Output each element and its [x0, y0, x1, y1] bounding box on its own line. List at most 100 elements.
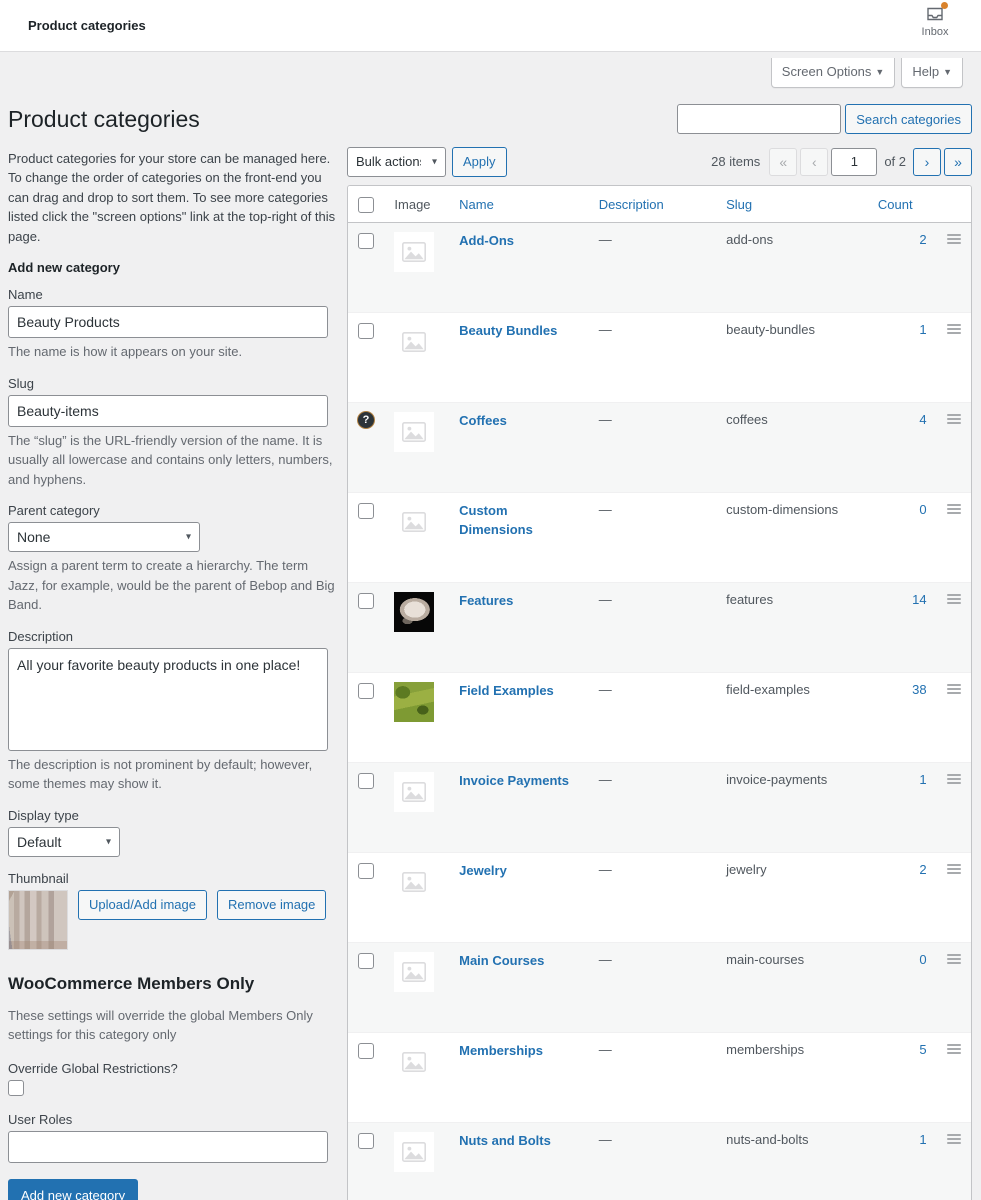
row-select-cell [348, 853, 384, 943]
notification-dot [941, 2, 948, 9]
row-checkbox[interactable] [358, 773, 374, 789]
parent-category-select[interactable]: None [8, 522, 200, 552]
row-description-cell: — [589, 943, 716, 1033]
select-all-header [348, 186, 384, 224]
drag-handle-icon[interactable] [947, 592, 961, 606]
search-input[interactable] [677, 104, 841, 134]
row-checkbox[interactable] [358, 233, 374, 249]
category-name-link[interactable]: Custom Dimensions [459, 502, 579, 538]
category-name-link[interactable]: Main Courses [459, 952, 544, 970]
table-row: Main Courses—main-courses0 [348, 943, 971, 1033]
previous-page-button[interactable]: ‹ [800, 148, 828, 176]
thumbnail-row: Upload/Add image Remove image [8, 890, 339, 950]
category-name-link[interactable]: Beauty Bundles [459, 322, 557, 340]
user-roles-field[interactable] [8, 1131, 328, 1163]
first-page-button[interactable]: « [769, 148, 797, 176]
category-count-link[interactable]: 38 [912, 682, 926, 697]
description-field[interactable]: All your favorite beauty products in one… [8, 648, 328, 751]
name-field[interactable] [8, 306, 328, 338]
last-page-button[interactable]: » [944, 148, 972, 176]
row-description-cell: — [589, 223, 716, 313]
row-checkbox[interactable] [358, 503, 374, 519]
chevron-down-icon: ▼ [943, 67, 952, 77]
category-name-link[interactable]: Add-Ons [459, 232, 514, 250]
row-description-cell: — [589, 1033, 716, 1123]
category-name-link[interactable]: Memberships [459, 1042, 543, 1060]
column-header-slug[interactable]: Slug [716, 186, 878, 224]
row-count-cell: 0 [878, 943, 937, 1033]
drag-handle-icon[interactable] [947, 412, 961, 426]
next-page-button[interactable]: › [913, 148, 941, 176]
category-name-link[interactable]: Invoice Payments [459, 772, 569, 790]
help-button[interactable]: Help▼ [901, 58, 963, 88]
select-all-checkbox[interactable] [358, 197, 374, 213]
column-header-image: Image [384, 186, 449, 224]
drag-handle-icon[interactable] [947, 952, 961, 966]
row-description-cell: — [589, 493, 716, 583]
image-placeholder-icon [394, 1132, 434, 1172]
column-header-name[interactable]: Name [449, 186, 589, 224]
row-name-cell: Beauty Bundles [449, 313, 589, 403]
image-placeholder-icon [394, 862, 434, 902]
row-image-cell [384, 943, 449, 1033]
screen-options-button[interactable]: Screen Options▼ [771, 58, 896, 88]
drag-handle-icon[interactable] [947, 502, 961, 516]
column-header-handle [937, 186, 971, 224]
category-name-link[interactable]: Nuts and Bolts [459, 1132, 551, 1150]
drag-handle-icon[interactable] [947, 1132, 961, 1146]
row-checkbox[interactable] [358, 593, 374, 609]
slug-field[interactable] [8, 395, 328, 427]
current-page-input[interactable] [831, 148, 877, 176]
category-count-link[interactable]: 1 [919, 322, 926, 337]
category-count-link[interactable]: 1 [919, 1132, 926, 1147]
category-count-link[interactable]: 14 [912, 592, 926, 607]
drag-handle-icon[interactable] [947, 772, 961, 786]
row-checkbox[interactable] [358, 683, 374, 699]
parent-category-label: Parent category [8, 503, 339, 518]
drag-handle-icon[interactable] [947, 862, 961, 876]
category-name-link[interactable]: Features [459, 592, 513, 610]
drag-handle-icon[interactable] [947, 1042, 961, 1056]
row-checkbox[interactable] [358, 323, 374, 339]
category-count-link[interactable]: 2 [919, 232, 926, 247]
drag-handle-icon[interactable] [947, 322, 961, 336]
display-type-select[interactable]: Default [8, 827, 120, 857]
row-description-cell: — [589, 583, 716, 673]
category-name-link[interactable]: Jewelry [459, 862, 507, 880]
category-thumbnail-image [394, 682, 434, 722]
bulk-actions-select[interactable]: Bulk actions [347, 147, 446, 177]
category-count-link[interactable]: 2 [919, 862, 926, 877]
category-count-link[interactable]: 5 [919, 1042, 926, 1057]
drag-handle-icon[interactable] [947, 232, 961, 246]
row-select-cell [348, 763, 384, 853]
search-categories-button[interactable]: Search categories [845, 104, 972, 134]
row-checkbox[interactable] [358, 1043, 374, 1059]
description-label: Description [8, 629, 339, 644]
row-checkbox[interactable] [358, 953, 374, 969]
row-checkbox[interactable] [358, 863, 374, 879]
row-slug-cell: field-examples [716, 673, 878, 763]
help-badge-icon[interactable]: ? [358, 412, 374, 428]
row-checkbox[interactable] [358, 1133, 374, 1149]
categories-table: Image Name Description Slug Count Add-On… [347, 185, 972, 1200]
inbox-button[interactable]: Inbox [907, 4, 963, 38]
category-count-link[interactable]: 1 [919, 772, 926, 787]
override-global-restrictions-checkbox[interactable] [8, 1080, 24, 1096]
add-new-category-submit-button[interactable]: Add new category [8, 1179, 138, 1200]
category-count-link[interactable]: 0 [919, 502, 926, 517]
row-name-cell: Add-Ons [449, 223, 589, 313]
category-count-link[interactable]: 0 [919, 952, 926, 967]
remove-image-button[interactable]: Remove image [217, 890, 326, 920]
table-row: Features—features14 [348, 583, 971, 673]
parent-category-help-text: Assign a parent term to create a hierarc… [8, 556, 338, 615]
category-count-link[interactable]: 4 [919, 412, 926, 427]
drag-handle-icon[interactable] [947, 682, 961, 696]
row-slug-cell: beauty-bundles [716, 313, 878, 403]
category-name-link[interactable]: Coffees [459, 412, 507, 430]
column-header-count[interactable]: Count [878, 186, 937, 224]
column-header-description[interactable]: Description [589, 186, 716, 224]
category-name-link[interactable]: Field Examples [459, 682, 554, 700]
inbox-label: Inbox [922, 26, 949, 38]
apply-button[interactable]: Apply [452, 147, 507, 177]
upload-add-image-button[interactable]: Upload/Add image [78, 890, 207, 920]
